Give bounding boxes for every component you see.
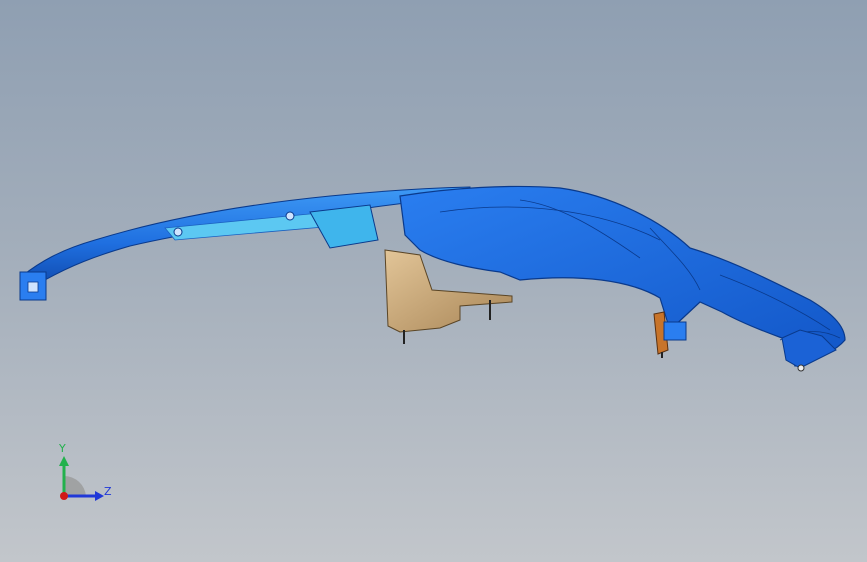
- axis-triad: Y Z: [40, 436, 130, 516]
- center-mount-block: [309, 204, 379, 249]
- mount-hole: [173, 227, 183, 237]
- axis-z-label: Z: [104, 485, 112, 498]
- bumper-main-shell: [399, 185, 846, 367]
- mount-hole: [285, 211, 295, 221]
- graphics-viewport[interactable]: Y Z: [0, 0, 867, 562]
- triad-icon: [59, 456, 104, 501]
- bumper-model[interactable]: [0, 0, 867, 562]
- axis-y-label: Y: [59, 442, 66, 455]
